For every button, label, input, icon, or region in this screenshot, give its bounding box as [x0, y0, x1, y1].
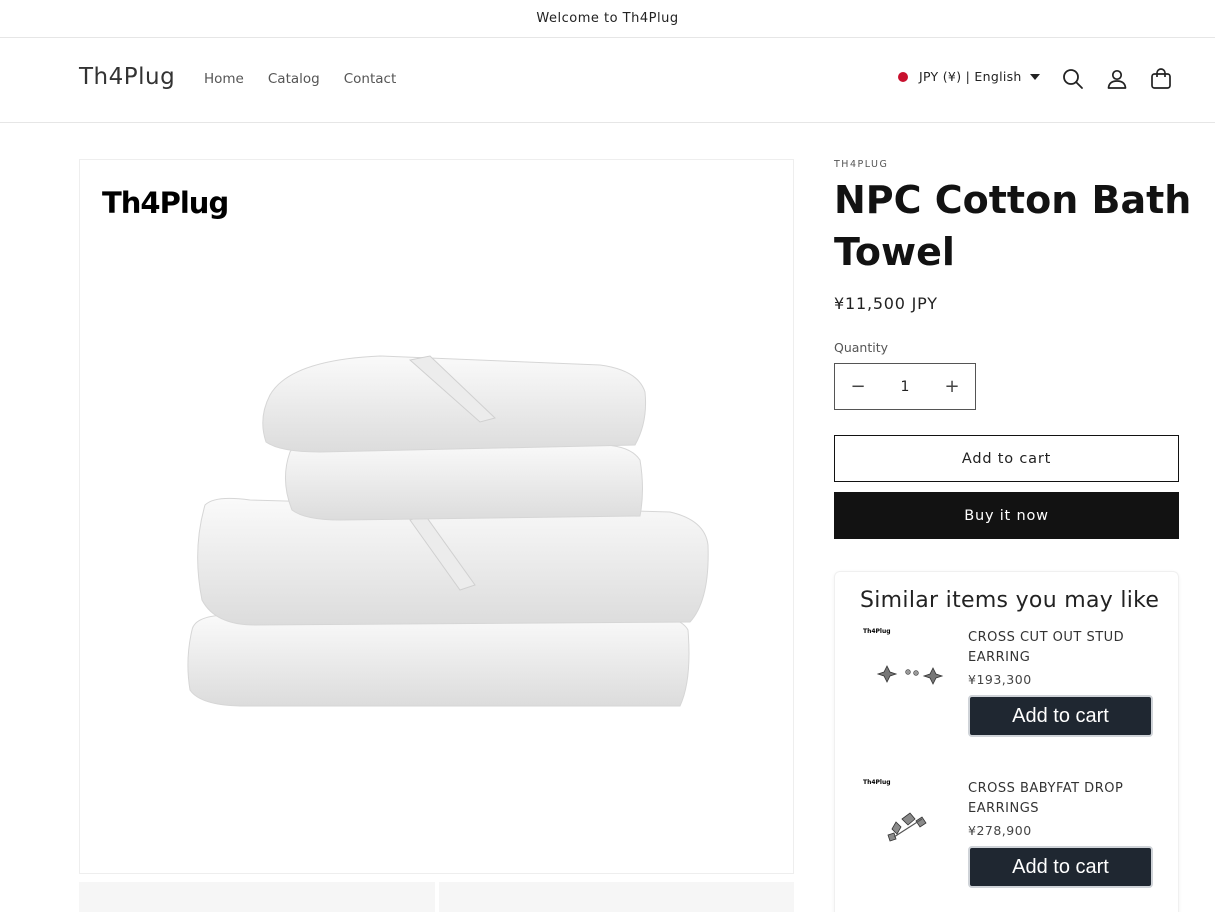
similar-item-name[interactable]: CROSS CUT OUT STUD EARRING	[968, 628, 1158, 668]
similar-add-to-cart-button[interactable]: Add to cart	[968, 846, 1153, 888]
product-image[interactable]: Th4Plug	[79, 159, 794, 874]
quantity-label: Quantity	[834, 340, 889, 355]
nav-catalog[interactable]: Catalog	[268, 71, 320, 87]
account-icon[interactable]	[1105, 67, 1129, 91]
main-nav: Home Catalog Contact	[204, 71, 396, 87]
similar-items-panel: Similar items you may like Th4Plug CROSS…	[834, 571, 1179, 912]
quantity-decrease-button[interactable]: −	[835, 364, 881, 409]
thumbnail[interactable]	[438, 882, 794, 912]
quantity-input[interactable]	[881, 378, 929, 395]
add-to-cart-button[interactable]: Add to cart	[834, 435, 1179, 482]
site-header: Th4Plug Home Catalog Contact JPY (¥) | E…	[0, 38, 1215, 123]
product-vendor: TH4PLUG	[834, 159, 889, 170]
similar-add-to-cart-button[interactable]: Add to cart	[968, 695, 1153, 737]
similar-item-image[interactable]: Th4Plug	[860, 628, 952, 720]
cart-icon[interactable]	[1149, 67, 1173, 91]
similar-item: Th4Plug CROSS BABYFAT DROP EARRINGS ¥278…	[860, 779, 1160, 912]
locale-selector[interactable]: JPY (¥) | English	[898, 69, 1040, 84]
announcement-bar: Welcome to Th4Plug	[0, 0, 1215, 38]
locale-label: JPY (¥) | English	[919, 69, 1022, 84]
japan-flag-icon	[898, 71, 908, 82]
similar-item-image[interactable]: Th4Plug	[860, 779, 952, 871]
earring-image	[887, 812, 927, 842]
thumbnail-strip[interactable]	[79, 882, 794, 912]
product-title: NPC Cotton Bath Towel	[834, 178, 1192, 274]
caret-down-icon	[1029, 73, 1040, 80]
similar-items-heading: Similar items you may like	[860, 588, 1160, 613]
earring-image	[876, 665, 944, 685]
similar-item-price: ¥278,900	[968, 823, 1032, 838]
thumbnail[interactable]	[79, 882, 435, 912]
buy-now-button[interactable]: Buy it now	[834, 492, 1179, 539]
search-icon[interactable]	[1061, 67, 1085, 91]
site-logo[interactable]: Th4Plug	[79, 64, 175, 90]
nav-home[interactable]: Home	[204, 71, 244, 87]
quantity-increase-button[interactable]: +	[929, 364, 975, 409]
nav-contact[interactable]: Contact	[344, 71, 397, 87]
product-price: ¥11,500 JPY	[834, 294, 938, 313]
similar-item: Th4Plug CROSS CUT OUT STUD EARRING ¥193,…	[860, 628, 1160, 768]
announcement-text: Welcome to Th4Plug	[536, 11, 679, 26]
quantity-stepper: − +	[834, 363, 976, 410]
towels-illustration	[187, 355, 709, 707]
similar-item-price: ¥193,300	[968, 672, 1032, 687]
similar-item-name[interactable]: CROSS BABYFAT DROP EARRINGS	[968, 779, 1158, 819]
